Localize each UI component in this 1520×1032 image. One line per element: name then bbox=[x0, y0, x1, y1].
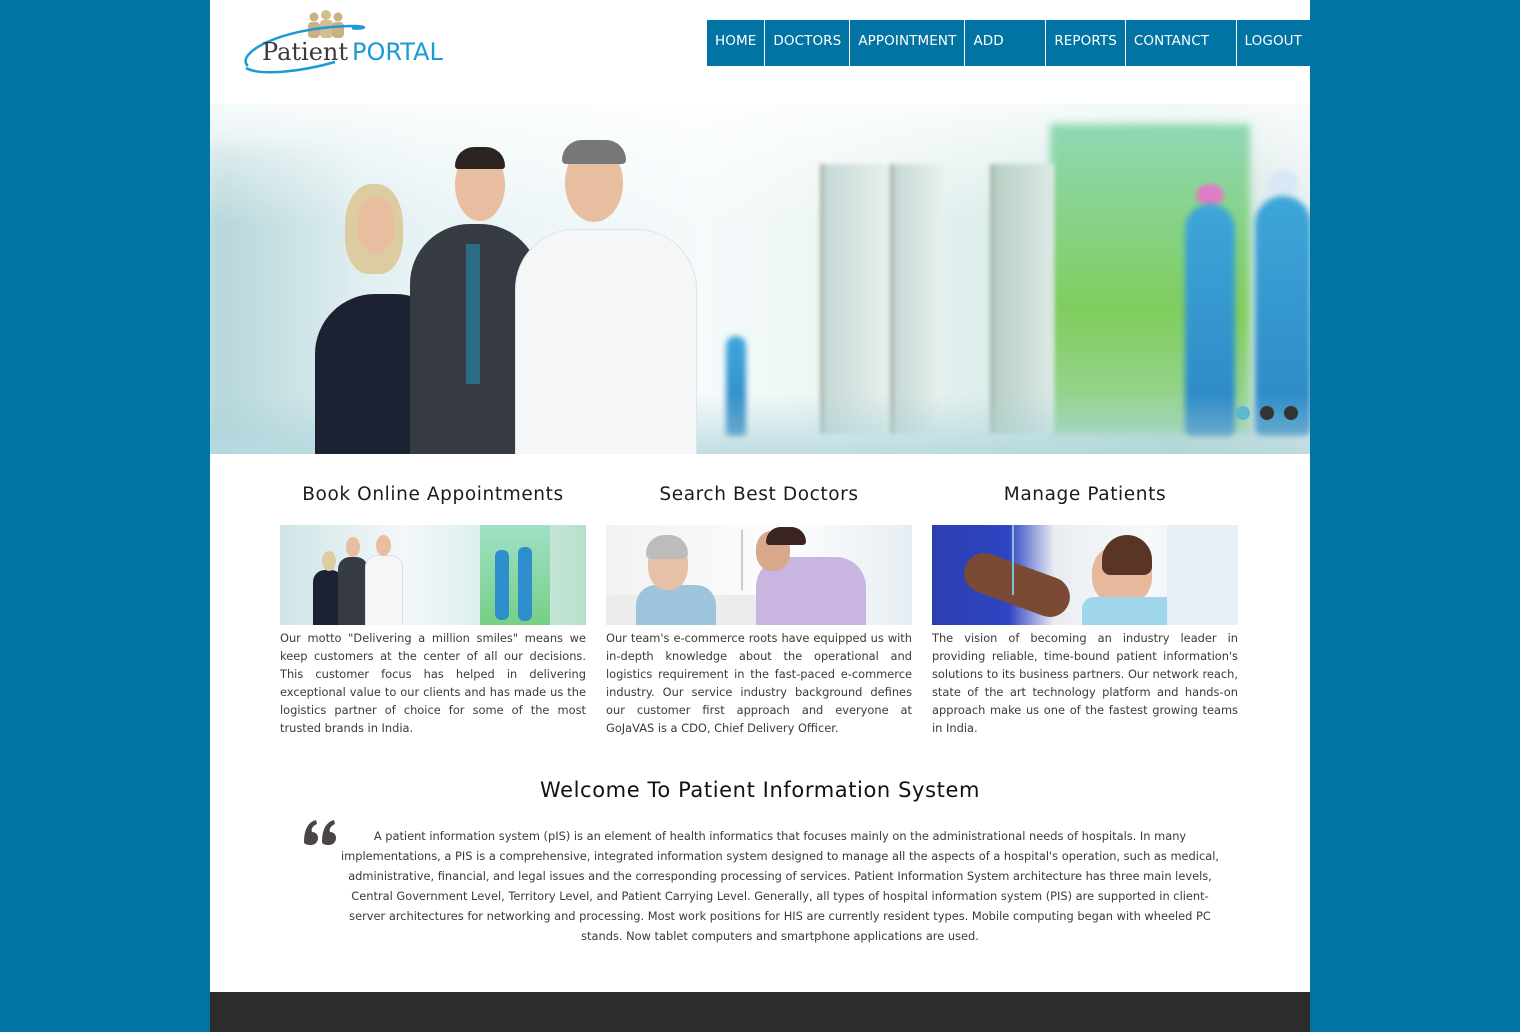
nav-appointment[interactable]: APPOINTMENT bbox=[849, 20, 964, 66]
welcome-title: Welcome To Patient Information System bbox=[539, 778, 981, 802]
page-container: Patient PORTAL HOME DOCTORS APPOINTMENT … bbox=[210, 0, 1310, 1032]
nav-doctors[interactable]: DOCTORS bbox=[764, 20, 849, 66]
people-icon bbox=[308, 10, 344, 38]
feature-card-doctors: Search Best Doctors Our team's e-commerc… bbox=[606, 484, 912, 737]
slider-dots bbox=[1236, 406, 1298, 420]
banner-figure-hair bbox=[562, 140, 626, 164]
nav-add-new[interactable]: ADD NEW bbox=[964, 20, 1045, 91]
nav-logout[interactable]: LOGOUT bbox=[1235, 20, 1310, 66]
slider-dot-2[interactable] bbox=[1260, 406, 1274, 420]
welcome-description: A patient information system (pIS) is an… bbox=[341, 829, 1219, 943]
feature-description: The vision of becoming an industry leade… bbox=[932, 631, 1238, 735]
main-nav: HOME DOCTORS APPOINTMENT ADD NEW REPORTS… bbox=[707, 20, 1310, 91]
banner-figure-face bbox=[357, 196, 395, 254]
logo-graphic: Patient PORTAL bbox=[244, 10, 444, 74]
feature-title: Search Best Doctors bbox=[659, 484, 859, 505]
footer-bar bbox=[210, 992, 1310, 1032]
banner-figure-cap bbox=[1196, 184, 1224, 206]
banner-figure-hair bbox=[455, 147, 505, 169]
patient-portal-logo[interactable]: Patient PORTAL bbox=[240, 10, 480, 78]
feature-image-nurse-patient bbox=[606, 525, 912, 625]
feature-description: Our motto "Delivering a million smiles" … bbox=[280, 631, 586, 735]
slider-dot-3[interactable] bbox=[1284, 406, 1298, 420]
quote-icon bbox=[304, 820, 336, 845]
feature-card-patients: Manage Patients The vision of becoming a… bbox=[932, 484, 1238, 737]
banner-figure-tie bbox=[466, 244, 480, 384]
feature-description: Our team's e-commerce roots have equippe… bbox=[606, 631, 912, 735]
feature-title: Book Online Appointments bbox=[302, 484, 564, 505]
feature-title: Manage Patients bbox=[1003, 484, 1167, 505]
feature-card-appointments: Book Online Appointments Our motto "Deli… bbox=[280, 484, 586, 737]
features-section: Book Online Appointments Our motto "Deli… bbox=[280, 484, 1238, 737]
nav-reports[interactable]: REPORTS bbox=[1045, 20, 1125, 66]
banner-figure-doctor bbox=[515, 229, 697, 454]
hero-slider[interactable] bbox=[210, 104, 1310, 454]
logo-text-portal: PORTAL bbox=[352, 38, 444, 66]
nav-contact-us[interactable]: CONTANCT US bbox=[1124, 20, 1236, 91]
nav-home[interactable]: HOME bbox=[707, 20, 764, 66]
banner-figure-cap bbox=[1268, 170, 1298, 196]
feature-image-child-patient bbox=[932, 525, 1238, 625]
feature-image-doctors-team bbox=[280, 525, 586, 625]
slider-dot-1[interactable] bbox=[1236, 406, 1250, 420]
logo-text-patient: Patient bbox=[262, 38, 348, 66]
